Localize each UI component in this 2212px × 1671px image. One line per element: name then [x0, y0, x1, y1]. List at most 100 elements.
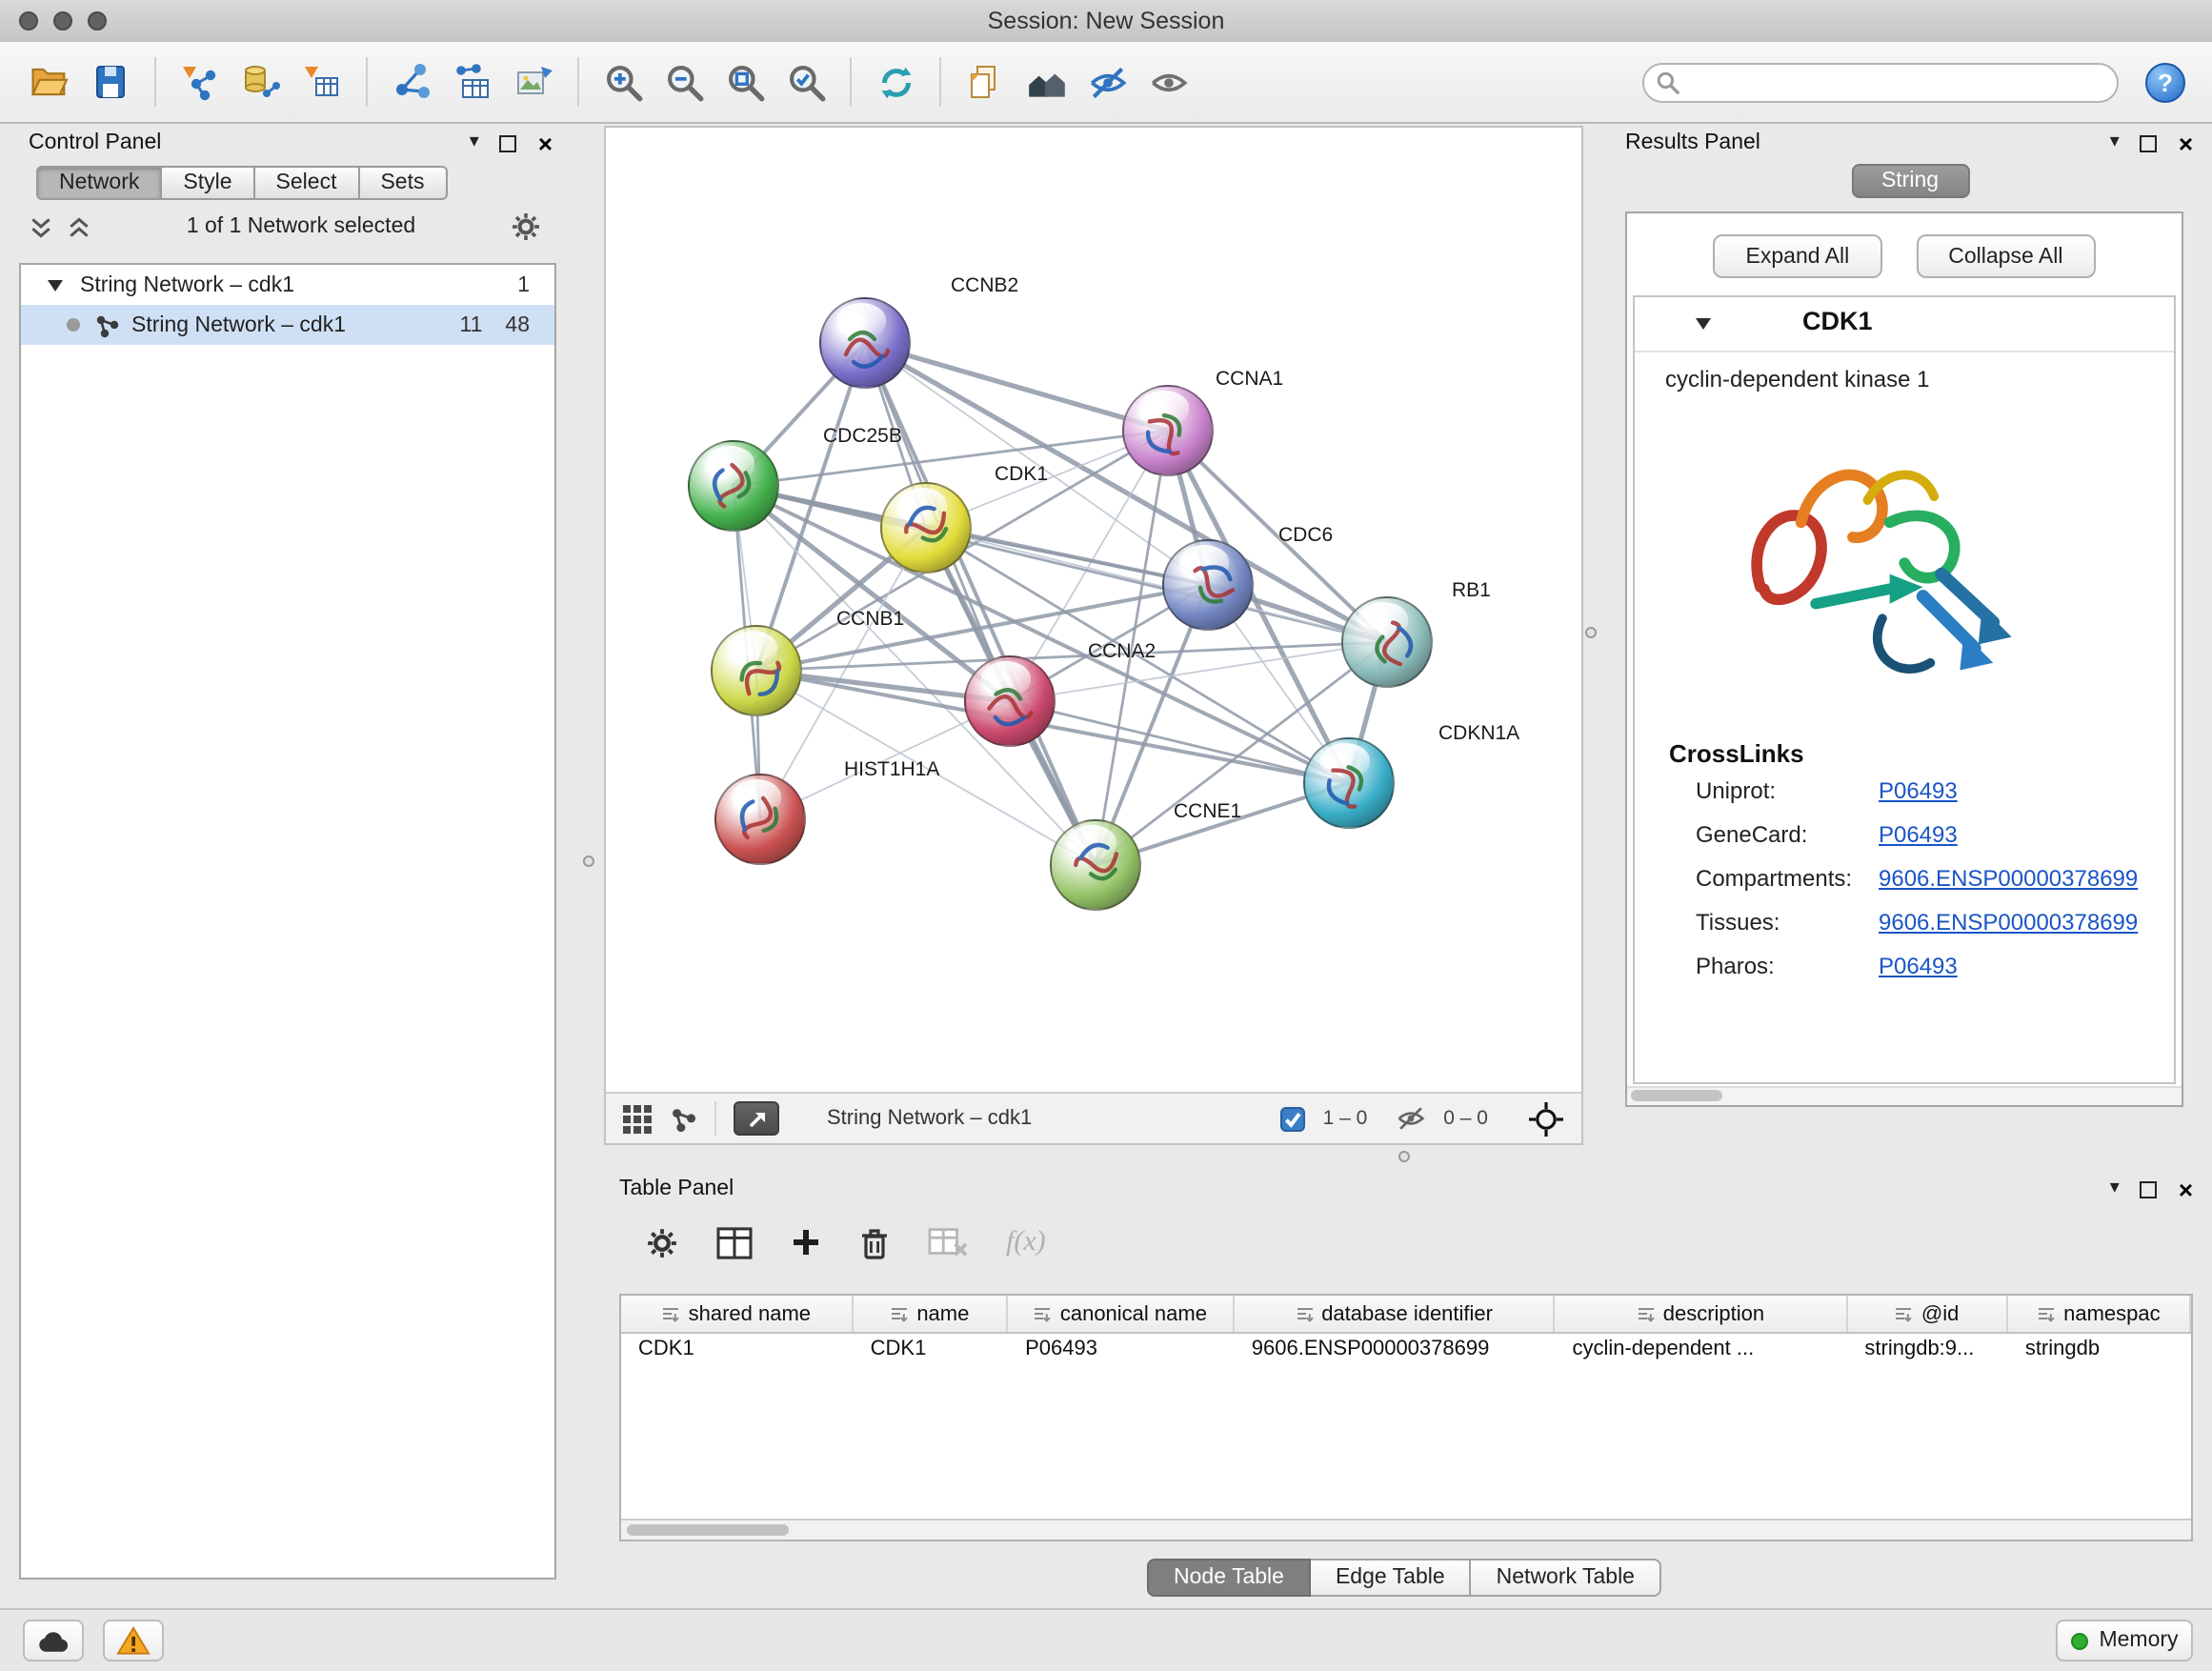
new-network-button[interactable]	[381, 51, 442, 112]
tab-style[interactable]: Style	[162, 166, 254, 200]
crosshair-icon[interactable]	[1528, 1100, 1564, 1137]
open-in-string-button[interactable]	[734, 1101, 779, 1136]
node-table[interactable]: shared name name canonical name database…	[619, 1294, 2193, 1541]
column-sort-icon[interactable]	[890, 1304, 909, 1323]
network-collection-row[interactable]: String Network – cdk1 1	[21, 265, 554, 305]
panel-maximize-icon[interactable]	[500, 134, 517, 151]
memory-button[interactable]: Memory	[2056, 1620, 2193, 1661]
help-button[interactable]: ?	[2145, 62, 2185, 102]
expand-all-button[interactable]: Expand All	[1714, 234, 1882, 278]
zoom-fit-button[interactable]	[714, 51, 775, 112]
collapse-all-tree-icon[interactable]	[29, 214, 53, 239]
network-node-CCNB1[interactable]	[711, 625, 802, 716]
import-network-from-file-button[interactable]	[170, 51, 231, 112]
delete-column-trash-icon[interactable]	[859, 1226, 890, 1258]
results-horizontal-scrollbar[interactable]	[1627, 1086, 2182, 1105]
search-input[interactable]	[1642, 62, 2119, 102]
network-selection-status: 1 of 1 Network selected	[91, 215, 511, 238]
network-node-CDK1[interactable]	[880, 482, 972, 574]
table-row[interactable]: CDK1CDK1P064939606.ENSP00000378699cyclin…	[621, 1334, 2191, 1370]
tab-select[interactable]: Select	[255, 166, 360, 200]
tab-node-table[interactable]: Node Table	[1147, 1559, 1311, 1597]
tab-string[interactable]: String	[1851, 164, 1969, 198]
zoom-selected-button[interactable]	[775, 51, 836, 112]
column-sort-icon[interactable]	[1637, 1304, 1656, 1323]
splitter-handle[interactable]	[1398, 1151, 1410, 1162]
tab-edge-table[interactable]: Edge Table	[1311, 1559, 1472, 1597]
show-all-button[interactable]	[1137, 51, 1198, 112]
network-node-CCNB2[interactable]	[819, 297, 911, 389]
network-node-CDC25B[interactable]	[688, 440, 779, 532]
selected-checkbox-icon[interactable]	[1281, 1106, 1306, 1131]
column-sort-icon[interactable]	[2037, 1304, 2056, 1323]
home-button[interactable]	[1016, 51, 1076, 112]
crosslink-value-link[interactable]: P06493	[1879, 776, 1958, 803]
copy-button[interactable]	[955, 51, 1016, 112]
crosslink-value-link[interactable]: 9606.ENSP00000378699	[1879, 908, 2138, 935]
zoom-in-icon	[601, 60, 645, 104]
column-sort-icon[interactable]	[1895, 1304, 1914, 1323]
zoom-out-button[interactable]	[654, 51, 714, 112]
import-network-from-database-button[interactable]	[231, 51, 292, 112]
show-columns-icon[interactable]	[716, 1226, 753, 1258]
splitter-handle[interactable]	[1585, 627, 1597, 638]
column-header-canonical-name[interactable]: canonical name	[1008, 1296, 1235, 1332]
tab-network[interactable]: Network	[36, 166, 162, 200]
network-view[interactable]: CCNB2 CCNA1 CDC25B	[604, 126, 1583, 1145]
crosslink-value-link[interactable]: P06493	[1879, 820, 1958, 847]
network-node-CDC6[interactable]	[1162, 539, 1254, 631]
collapse-all-button[interactable]: Collapse All	[1916, 234, 2095, 278]
hide-selected-button[interactable]	[1076, 51, 1137, 112]
export-image-button[interactable]	[503, 51, 564, 112]
panel-float-icon[interactable]: ▾	[2110, 133, 2120, 152]
network-node-HIST1H1A[interactable]	[714, 774, 806, 865]
zoom-in-button[interactable]	[593, 51, 654, 112]
column-header-shared-name[interactable]: shared name	[621, 1296, 854, 1332]
column-header--id[interactable]: @id	[1847, 1296, 2007, 1332]
tab-sets[interactable]: Sets	[359, 166, 447, 200]
panel-close-icon[interactable]: ×	[538, 131, 553, 155]
section-disclosure-triangle-icon[interactable]	[1696, 318, 1711, 330]
table-settings-gear-icon[interactable]	[646, 1226, 678, 1258]
panel-maximize-icon[interactable]	[2141, 134, 2158, 151]
crosslink-value-link[interactable]: 9606.ENSP00000378699	[1879, 864, 2138, 891]
column-sort-icon[interactable]	[1034, 1304, 1053, 1323]
network-node-RB1[interactable]	[1341, 596, 1433, 688]
panel-close-icon[interactable]: ×	[2179, 131, 2193, 155]
panel-float-icon[interactable]: ▾	[2110, 1179, 2120, 1198]
node-section-header[interactable]: CDK1	[1635, 297, 2174, 352]
column-header-description[interactable]: description	[1555, 1296, 1847, 1332]
network-node-CCNE1[interactable]	[1050, 819, 1141, 911]
hidden-eye-slash-icon[interactable]	[1394, 1105, 1426, 1132]
cloud-status-button[interactable]	[23, 1620, 84, 1661]
add-column-plus-icon[interactable]	[791, 1227, 821, 1258]
network-node-CDKN1A[interactable]	[1303, 737, 1395, 829]
open-session-button[interactable]	[19, 51, 80, 112]
column-header-namespac[interactable]: namespac	[2008, 1296, 2191, 1332]
tab-network-table[interactable]: Network Table	[1472, 1559, 1661, 1597]
new-network-from-table-button[interactable]	[442, 51, 503, 112]
column-sort-icon[interactable]	[1295, 1304, 1314, 1323]
save-session-button[interactable]	[80, 51, 141, 112]
birds-eye-view-icon[interactable]	[623, 1104, 652, 1133]
crosslink-value-link[interactable]: P06493	[1879, 952, 1958, 978]
disclosure-triangle-icon[interactable]	[48, 279, 63, 291]
refresh-view-button[interactable]	[865, 51, 926, 112]
network-row[interactable]: String Network – cdk1 11 48	[21, 305, 554, 345]
network-node-CCNA2[interactable]	[964, 655, 1056, 747]
gear-icon[interactable]	[511, 211, 541, 242]
network-graph[interactable]: CCNB2 CCNA1 CDC25B	[606, 128, 1581, 1094]
table-horizontal-scrollbar[interactable]	[621, 1519, 2191, 1540]
splitter-handle[interactable]	[583, 856, 594, 867]
expand-all-tree-icon[interactable]	[67, 214, 91, 239]
warning-status-button[interactable]	[103, 1620, 164, 1661]
string-toolbar-icon[interactable]	[669, 1104, 697, 1133]
import-table-from-file-button[interactable]	[292, 51, 352, 112]
column-header-database-identifier[interactable]: database identifier	[1235, 1296, 1556, 1332]
panel-close-icon[interactable]: ×	[2179, 1177, 2193, 1201]
column-header-name[interactable]: name	[854, 1296, 1008, 1332]
column-sort-icon[interactable]	[662, 1304, 681, 1323]
network-node-CCNA1[interactable]	[1122, 385, 1214, 476]
panel-maximize-icon[interactable]	[2141, 1180, 2158, 1198]
panel-float-icon[interactable]: ▾	[470, 133, 479, 152]
